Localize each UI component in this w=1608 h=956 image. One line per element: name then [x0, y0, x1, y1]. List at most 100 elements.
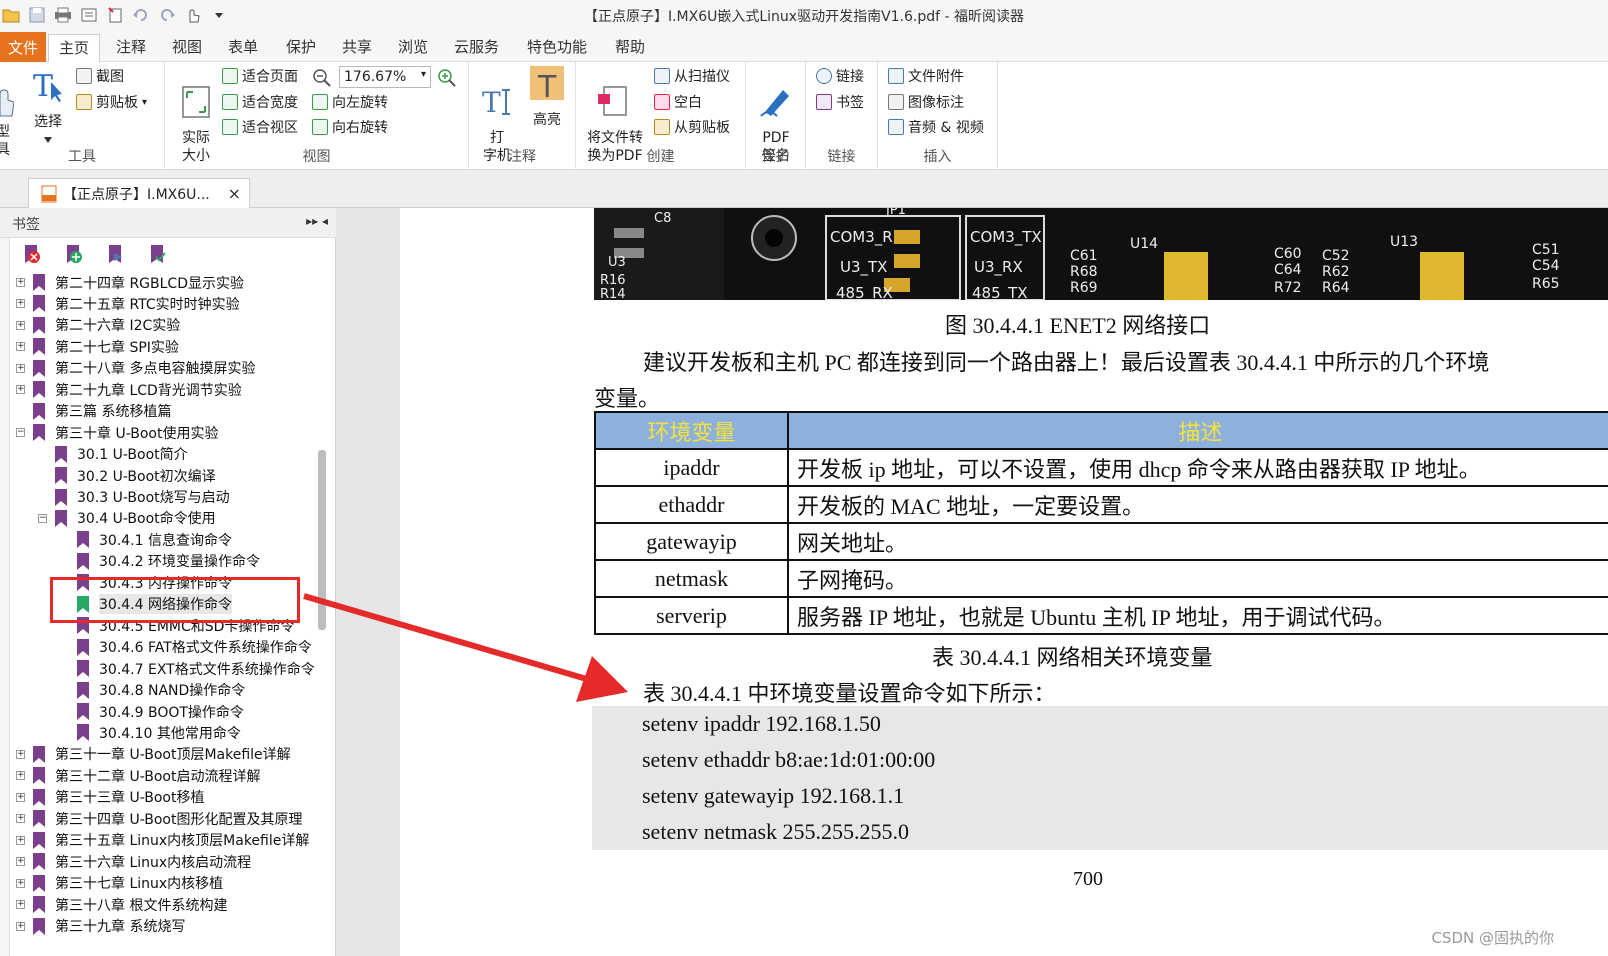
- expand-icon[interactable]: +: [16, 278, 25, 287]
- bookmark-item[interactable]: − 30.4 U-Boot命令使用: [38, 508, 216, 529]
- fit-width-button[interactable]: 适合宽度: [222, 92, 298, 112]
- bookmark-item[interactable]: + 第二十五章 RTC实时时钟实验: [16, 293, 240, 314]
- tab-protect[interactable]: 保护: [286, 36, 316, 62]
- screenshot-button[interactable]: 截图: [76, 66, 124, 86]
- link-button[interactable]: 链接: [816, 66, 864, 86]
- bookmark-item[interactable]: 30.3 U-Boot烧写与启动: [38, 487, 230, 508]
- expand-icon[interactable]: +: [16, 921, 25, 931]
- expand-icon[interactable]: +: [16, 900, 25, 910]
- table-row: ethaddr 开发板的 MAC 地址，一定要设置。: [594, 485, 1608, 524]
- bookmark-item[interactable]: + 第三十九章 系统烧写: [16, 916, 185, 937]
- image-annotation-button[interactable]: 图像标注: [888, 92, 964, 112]
- blank-button[interactable]: 空白: [654, 92, 702, 112]
- bookmark-icon: [33, 810, 45, 828]
- link-label: 链接: [836, 69, 864, 85]
- insert-group-label: 插入: [923, 149, 952, 165]
- document-tab[interactable]: 【正点原子】I.MX6U... ×: [28, 178, 250, 208]
- clipboard-dropdown-icon[interactable]: ▾: [142, 97, 147, 108]
- panel-collapse-controls[interactable]: ▸▸ ◂: [306, 214, 328, 228]
- tab-browse[interactable]: 浏览: [398, 36, 428, 62]
- bookmark-button[interactable]: 书签: [816, 92, 864, 112]
- bookmark-item[interactable]: 30.4.10 其他常用命令: [60, 722, 241, 743]
- bookmark-icon: [77, 552, 89, 570]
- tab-comment[interactable]: 注释: [116, 36, 146, 62]
- table-cell: ipaddr: [594, 448, 789, 487]
- select-dropdown-icon[interactable]: [43, 136, 53, 144]
- zoom-dropdown-icon[interactable]: ▾: [421, 69, 426, 80]
- add-bookmark-icon[interactable]: [62, 243, 84, 265]
- bookmark-item[interactable]: + 第二十六章 I2C实验: [16, 315, 180, 336]
- expand-icon[interactable]: +: [16, 771, 25, 781]
- highlight-box-annotation: [50, 577, 300, 623]
- tag-bookmark-icon[interactable]: [146, 243, 168, 265]
- delete-bookmark-icon[interactable]: [20, 243, 42, 265]
- bookmark-item[interactable]: + 第二十九章 LCD背光调节实验: [16, 379, 242, 400]
- bookmark-item[interactable]: + 第二十四章 RGBLCD显示实验: [16, 272, 244, 293]
- highlight-button[interactable]: T 高亮: [525, 66, 569, 129]
- bookmark-item[interactable]: + 第二十八章 多点电容触摸屏实验: [16, 358, 255, 379]
- audio-video-button[interactable]: 音频 & 视频: [888, 117, 984, 137]
- bookmark-item[interactable]: 30.4.6 FAT格式文件系统操作命令: [60, 637, 312, 658]
- zoom-out-icon[interactable]: [312, 68, 332, 88]
- bookmark-item[interactable]: 30.4.7 EXT格式文件系统操作命令: [60, 658, 315, 679]
- bookmark-icon: [33, 381, 45, 399]
- fit-page-button[interactable]: 适合页面: [222, 66, 298, 86]
- bookmark-item[interactable]: + 第三十二章 U-Boot启动流程详解: [16, 765, 260, 786]
- bookmark-item[interactable]: 第三篇 系统移植篇: [16, 401, 171, 422]
- bookmark-item[interactable]: + 第三十一章 U-Boot顶层Makefile详解: [16, 744, 291, 765]
- file-attachment-button[interactable]: 文件附件: [888, 66, 964, 86]
- rotate-right-button[interactable]: 向右旋转: [312, 117, 388, 137]
- bookmark-item[interactable]: 30.4.2 环境变量操作命令: [60, 551, 260, 572]
- bookmark-item[interactable]: − 第三十章 U-Boot使用实验: [16, 422, 218, 443]
- bookmark-item[interactable]: 30.4.1 信息查询命令: [60, 529, 232, 550]
- zoom-input[interactable]: 176.67% ▾: [339, 66, 431, 88]
- expand-icon[interactable]: +: [16, 835, 25, 845]
- expand-icon[interactable]: +: [16, 792, 25, 802]
- expand-icon[interactable]: +: [16, 363, 25, 373]
- tab-home[interactable]: 主页: [48, 34, 101, 63]
- panel-splitter[interactable]: [336, 208, 400, 956]
- expand-icon[interactable]: +: [16, 857, 25, 867]
- collapse-icon[interactable]: −: [38, 513, 47, 523]
- tab-help[interactable]: 帮助: [615, 36, 645, 62]
- expand-icon[interactable]: +: [16, 814, 25, 824]
- collapse-icon[interactable]: −: [16, 428, 25, 438]
- bookmark-item[interactable]: + 第三十五章 Linux内核顶层Makefile详解: [16, 830, 309, 851]
- from-scanner-button[interactable]: 从扫描仪: [654, 66, 730, 86]
- bookmark-label: 第三十八章 根文件系统构建: [55, 897, 228, 914]
- pcb-label: COM3_R: [830, 228, 893, 247]
- bookmark-item[interactable]: + 第三十三章 U-Boot移植: [16, 787, 204, 808]
- bookmark-item[interactable]: 30.1 U-Boot简介: [38, 444, 188, 465]
- bookmark-item[interactable]: 30.4.8 NAND操作命令: [60, 680, 245, 701]
- bookmark-item[interactable]: + 第三十八章 根文件系统构建: [16, 894, 227, 915]
- bookmark-item[interactable]: + 第三十四章 U-Boot图形化配置及其原理: [16, 808, 302, 829]
- tab-features[interactable]: 特色功能: [527, 36, 587, 62]
- expand-icon[interactable]: +: [16, 878, 25, 888]
- clipboard-button[interactable]: 剪贴板 ▾: [76, 92, 147, 112]
- bookmark-label: 30.2 U-Boot初次编译: [77, 468, 216, 485]
- tab-form[interactable]: 表单: [228, 36, 258, 62]
- expand-icon[interactable]: +: [16, 385, 25, 395]
- zoom-in-icon[interactable]: [437, 68, 457, 88]
- from-clipboard-button[interactable]: 从剪贴板: [654, 117, 730, 137]
- expand-icon[interactable]: +: [16, 749, 25, 759]
- expand-icon[interactable]: +: [16, 299, 25, 309]
- bookmark-icon: [33, 424, 45, 442]
- bookmark-scrollbar[interactable]: [318, 450, 326, 630]
- bookmark-item[interactable]: + 第三十七章 Linux内核移植: [16, 873, 223, 894]
- tab-view[interactable]: 视图: [172, 36, 202, 62]
- bookmark-item[interactable]: + 第二十七章 SPI实验: [16, 336, 179, 357]
- select-tool-button[interactable]: T 选择: [28, 68, 68, 149]
- expand-icon[interactable]: +: [16, 342, 25, 352]
- expand-bookmark-icon[interactable]: [104, 243, 126, 265]
- rotate-left-button[interactable]: 向左旋转: [312, 92, 388, 112]
- close-tab-icon[interactable]: ×: [228, 184, 241, 203]
- bookmark-item[interactable]: 30.4.9 BOOT操作命令: [60, 701, 244, 722]
- fit-view-button[interactable]: 适合视区: [222, 117, 298, 137]
- file-menu[interactable]: 文件: [0, 32, 46, 62]
- tab-share[interactable]: 共享: [342, 36, 372, 62]
- bookmark-item[interactable]: + 第三十六章 Linux内核启动流程: [16, 851, 251, 872]
- tab-cloud[interactable]: 云服务: [454, 36, 499, 62]
- expand-icon[interactable]: +: [16, 320, 25, 330]
- bookmark-item[interactable]: 30.2 U-Boot初次编译: [38, 465, 216, 486]
